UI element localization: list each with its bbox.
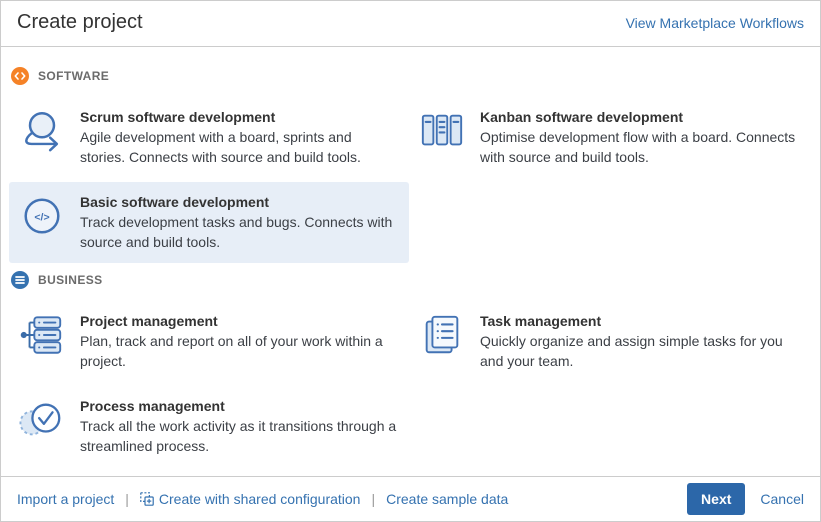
project-type-card-project-management[interactable]: Project management Plan, track and repor… [9,301,409,382]
project-type-list: SOFTWARE Scrum software development Agil… [1,47,820,476]
dialog-footer: Import a project | Create with shared co… [1,476,820,521]
section-header-software: SOFTWARE [11,67,810,85]
project-type-card-kanban[interactable]: Kanban software development Optimise dev… [409,97,810,178]
project-type-card-process-management[interactable]: Process management Track all the work ac… [9,386,409,467]
card-title: Scrum software development [80,109,399,125]
section-header-business: BUSINESS [11,271,810,289]
card-description: Plan, track and report on all of your wo… [80,331,399,371]
code-circle-icon: </> [19,193,67,241]
card-title: Task management [480,313,800,329]
section-label-software: SOFTWARE [38,69,109,83]
kanban-columns-icon [419,108,467,156]
card-description: Optimise development flow with a board. … [480,127,800,167]
footer-separator: | [371,491,375,507]
svg-text:</>: </> [34,211,49,223]
create-project-dialog: Create project View Marketplace Workflow… [0,0,821,522]
project-type-card-task-management[interactable]: Task management Quickly organize and ass… [409,301,810,382]
card-title: Kanban software development [480,109,800,125]
list-lines-badge-icon [11,271,29,289]
hierarchy-tree-icon [19,312,67,360]
process-checkmark-icon [19,397,67,445]
section-label-business: BUSINESS [38,273,103,287]
code-brackets-badge-icon [11,67,29,85]
page-title: Create project [17,11,143,34]
create-sample-data-link[interactable]: Create sample data [386,491,508,507]
task-list-pages-icon [419,312,467,360]
dialog-header: Create project View Marketplace Workflow… [1,1,820,47]
card-description: Track development tasks and bugs. Connec… [80,212,399,252]
footer-separator: | [125,491,129,507]
card-title: Project management [80,313,399,329]
card-description: Track all the work activity as it transi… [80,416,399,456]
next-button[interactable]: Next [687,483,745,515]
card-description: Agile development with a board, sprints … [80,127,399,167]
scrum-loop-icon [19,108,67,156]
import-a-project-link[interactable]: Import a project [17,491,114,507]
software-cards-grid: Scrum software development Agile develop… [9,97,810,263]
project-type-card-scrum[interactable]: Scrum software development Agile develop… [9,97,409,178]
cancel-link[interactable]: Cancel [760,491,804,507]
business-cards-grid: Project management Plan, track and repor… [9,301,810,467]
card-description: Quickly organize and assign simple tasks… [480,331,800,371]
shared-configuration-icon [140,492,154,506]
view-marketplace-workflows-link[interactable]: View Marketplace Workflows [626,15,804,31]
project-type-card-basic[interactable]: </> Basic software development Track dev… [9,182,409,263]
card-title: Process management [80,398,399,414]
create-with-shared-configuration-link[interactable]: Create with shared configuration [140,491,361,507]
card-title: Basic software development [80,194,399,210]
